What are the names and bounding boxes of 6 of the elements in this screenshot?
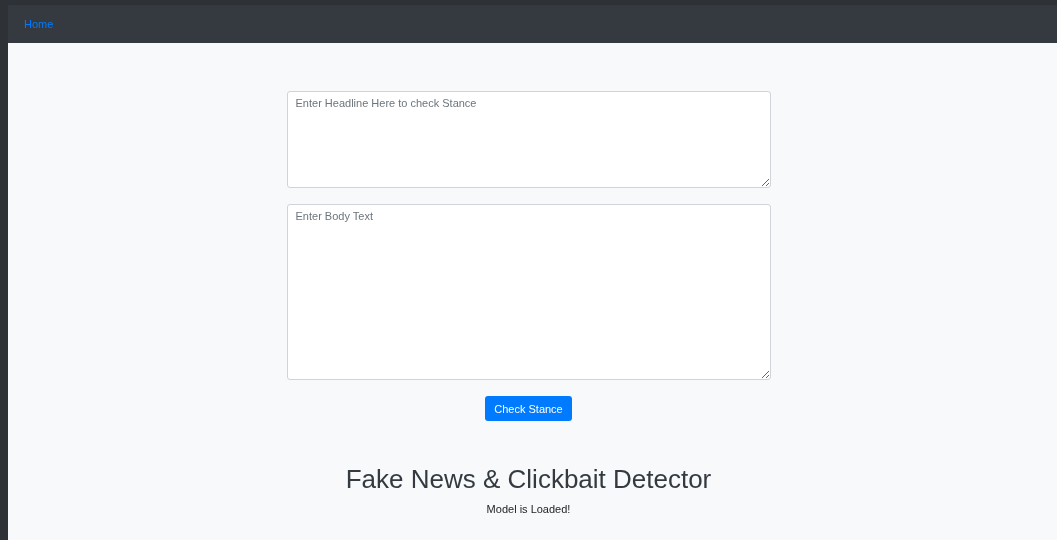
status-message: Model is Loaded! <box>486 503 571 515</box>
body-text-field[interactable]: Enter Body Text <box>286 204 771 380</box>
check-stance-button[interactable]: Check Stance <box>485 396 572 421</box>
page-title: Fake News & Clickbait Detector <box>345 464 712 495</box>
headline-field[interactable]: Enter Headline Here to check Stance <box>286 91 771 188</box>
home-link[interactable]: Home <box>24 18 54 30</box>
